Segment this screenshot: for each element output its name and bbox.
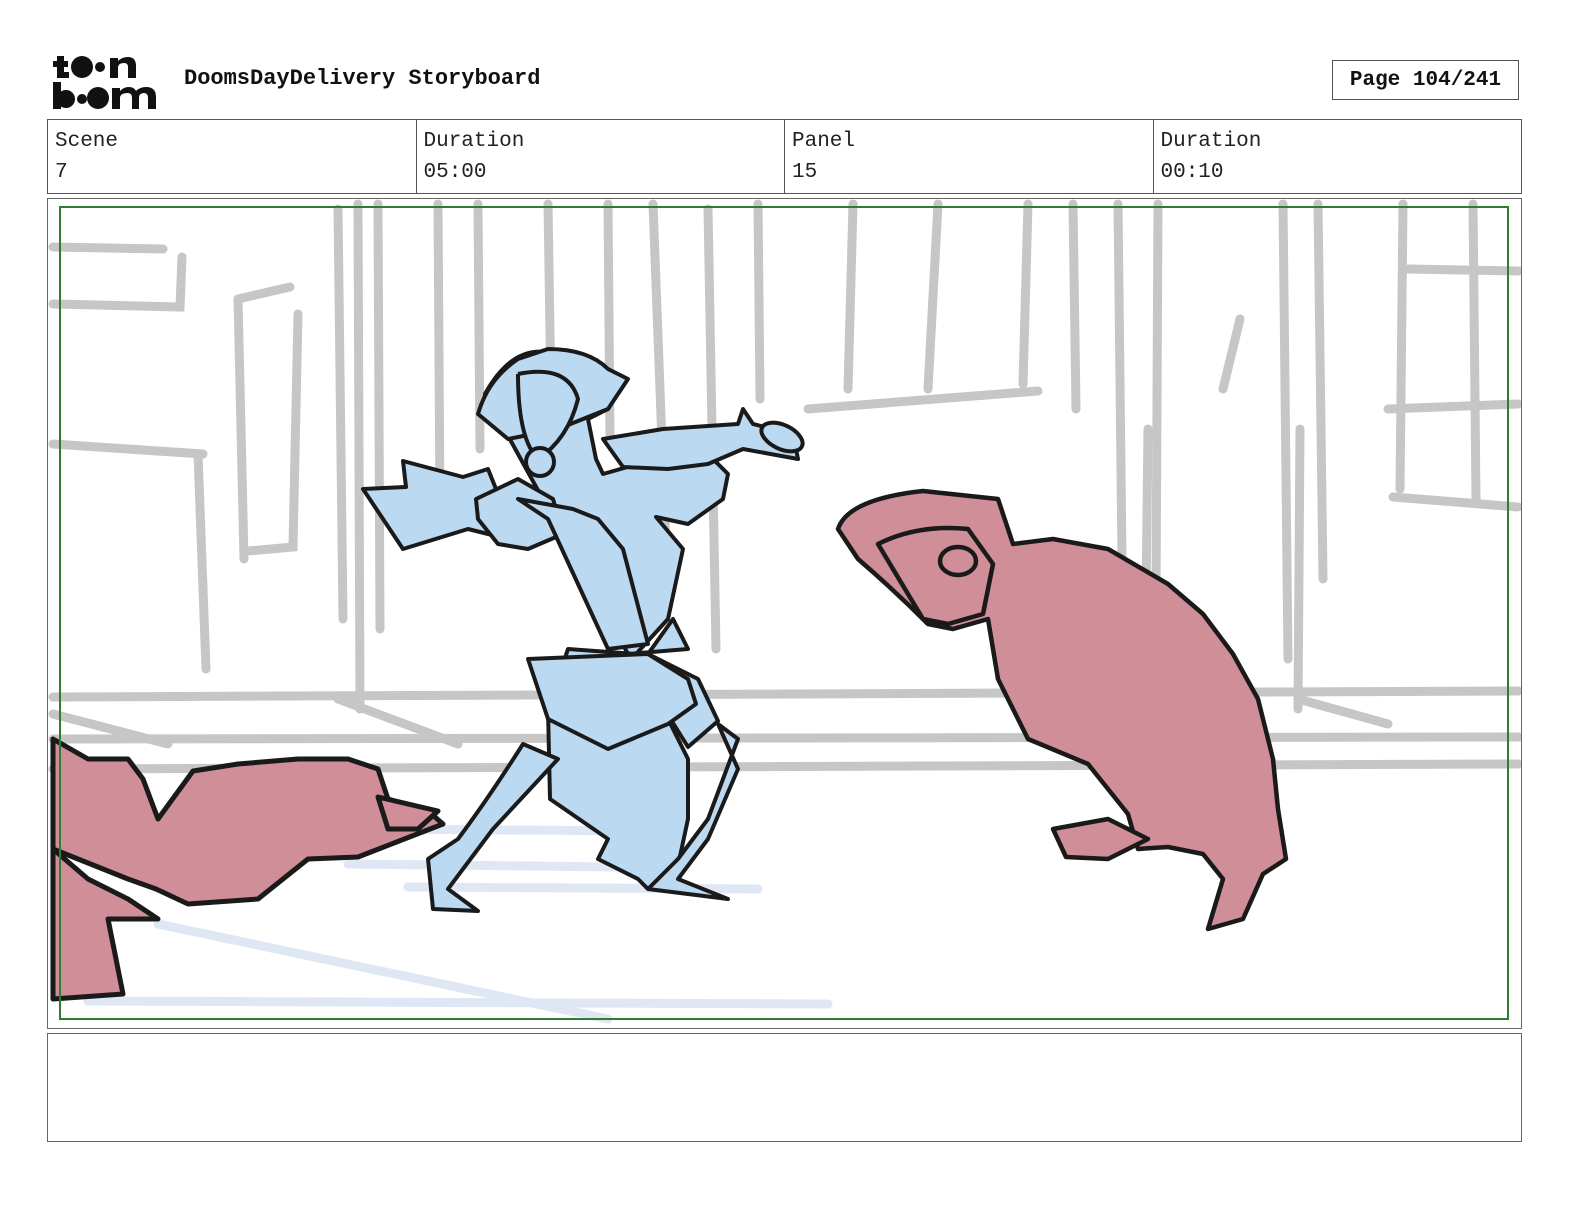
panel-duration-cell: Duration 00:10 xyxy=(1154,120,1522,193)
fallen-character xyxy=(50,736,446,1002)
villain-character xyxy=(835,488,1289,932)
toonboom-logo: toon xyxy=(53,56,156,109)
scene-value: 7 xyxy=(55,161,68,184)
scene-duration-value: 05:00 xyxy=(423,161,487,184)
scene-cell: Scene 7 xyxy=(48,120,417,193)
action-notes-box xyxy=(47,1033,1522,1142)
scene-duration-label: Duration xyxy=(423,130,525,153)
background-sketch xyxy=(48,199,1521,774)
scene-label: Scene xyxy=(55,130,119,153)
panel-duration-value: 00:10 xyxy=(1160,161,1224,184)
panel-cell: Panel 15 xyxy=(785,120,1154,193)
panel-label: Panel xyxy=(792,130,856,153)
storyboard-panel xyxy=(47,198,1522,1029)
page-counter: Page 104/241 xyxy=(1332,60,1519,100)
panel-drawing xyxy=(48,199,1521,1024)
document-title: DoomsDayDelivery Storyboard xyxy=(184,66,541,91)
scene-info-row: Scene 7 Duration 05:00 Panel 15 Duration… xyxy=(47,119,1522,194)
panel-duration-label: Duration xyxy=(1160,130,1262,153)
scene-duration-cell: Duration 05:00 xyxy=(417,120,785,193)
panel-value: 15 xyxy=(792,161,818,184)
